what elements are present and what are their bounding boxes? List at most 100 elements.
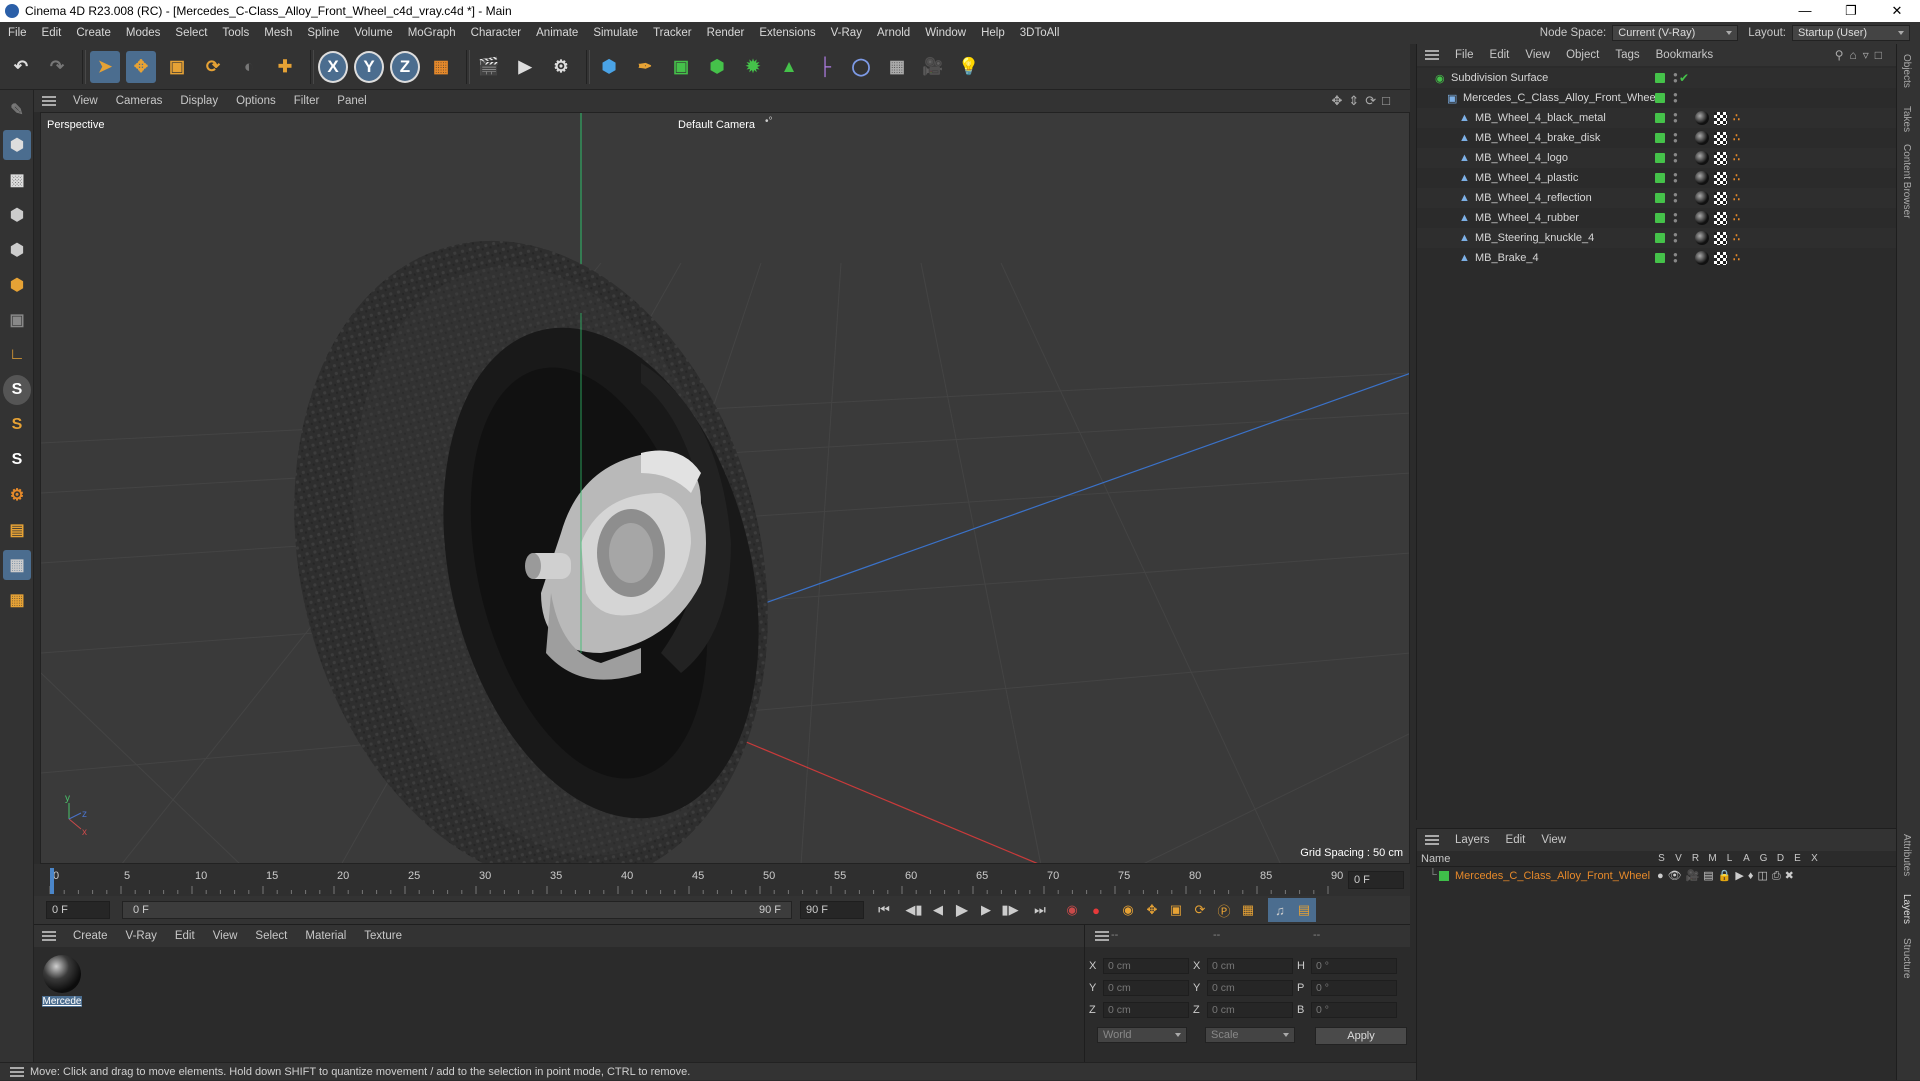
object-name[interactable]: Subdivision Surface bbox=[1451, 72, 1548, 84]
floor-icon[interactable]: ▦ bbox=[882, 51, 912, 83]
viewport-menu-view[interactable]: View bbox=[64, 95, 107, 107]
object-menu-bookmarks[interactable]: Bookmarks bbox=[1648, 49, 1722, 61]
end-frame-field[interactable]: 90 F bbox=[800, 901, 864, 919]
key-parameter-icon[interactable]: Ⓟ bbox=[1212, 898, 1236, 922]
visibility-dots-icon[interactable]: ● ● bbox=[1673, 211, 1679, 225]
layer-menu-view[interactable]: View bbox=[1533, 834, 1574, 846]
visibility-dots-icon[interactable]: ● ● bbox=[1673, 111, 1679, 125]
snap-icon[interactable]: S bbox=[3, 375, 31, 405]
y-axis-lock-icon[interactable]: Y bbox=[354, 50, 384, 83]
next-key-icon[interactable]: ▮▶ bbox=[998, 898, 1022, 922]
material-tag-icon[interactable] bbox=[1695, 251, 1709, 265]
workplane-icon[interactable]: ▤ bbox=[3, 515, 31, 545]
layer-color-icon[interactable] bbox=[1655, 213, 1665, 223]
menu-mograph[interactable]: MoGraph bbox=[400, 27, 463, 39]
uv-mode-icon[interactable]: ▣ bbox=[3, 305, 31, 335]
camera-icon[interactable]: 🎥 bbox=[918, 51, 948, 83]
material-swatch[interactable]: Mercede bbox=[42, 955, 82, 1015]
camera-link-icon[interactable]: •° bbox=[765, 116, 773, 127]
material-menu-material[interactable]: Material bbox=[296, 930, 355, 942]
object-name[interactable]: MB_Wheel_4_rubber bbox=[1475, 212, 1579, 224]
object-name[interactable]: MB_Wheel_4_reflection bbox=[1475, 192, 1592, 204]
material-menu-select[interactable]: Select bbox=[246, 930, 296, 942]
viewport-menu-display[interactable]: Display bbox=[171, 95, 227, 107]
layer-row[interactable]: └ Mercedes_C_Class_Alloy_Front_Wheel ●👁🎥… bbox=[1417, 867, 1896, 885]
layer-flag-header[interactable]: D bbox=[1772, 853, 1789, 864]
move-tool-icon[interactable]: ✥ bbox=[126, 50, 156, 83]
cloner-icon[interactable]: ✹ bbox=[738, 51, 768, 83]
keyframe-selection-icon[interactable]: ◉ bbox=[1116, 898, 1140, 922]
material-tag-icon[interactable] bbox=[1695, 231, 1709, 245]
maximize-icon[interactable]: ❐ bbox=[1828, 0, 1874, 22]
object-row[interactable]: ▲ MB_Steering_knuckle_4 ● ● ∴ bbox=[1417, 228, 1897, 248]
object-toolbar-icons[interactable]: ⚲⌂▿□ bbox=[1835, 48, 1888, 62]
render-view-icon[interactable]: ▶ bbox=[510, 51, 540, 83]
previous-frame-icon[interactable]: ◀ bbox=[926, 898, 950, 922]
menu-tracker[interactable]: Tracker bbox=[645, 27, 699, 39]
coordinate-system-dropdown[interactable]: World bbox=[1097, 1027, 1187, 1043]
side-tab-objects[interactable]: Objects bbox=[1901, 54, 1912, 88]
size-z-field[interactable]: 0 cm bbox=[1207, 1002, 1293, 1018]
menu-simulate[interactable]: Simulate bbox=[585, 27, 645, 39]
viewport-menu-filter[interactable]: Filter bbox=[285, 95, 329, 107]
polygons-mode-icon[interactable]: ⬢ bbox=[3, 270, 31, 300]
menu-render[interactable]: Render bbox=[699, 27, 752, 39]
viewport-nav-icons[interactable]: ✥⇕⟳□ bbox=[1331, 93, 1396, 109]
render-settings-icon[interactable]: ⚙ bbox=[546, 51, 576, 83]
side-tab-takes[interactable]: Takes bbox=[1901, 106, 1912, 132]
cube-primitive-icon[interactable]: ⬢ bbox=[594, 51, 624, 83]
light-icon[interactable]: 💡 bbox=[954, 51, 984, 83]
timeline-window-icon[interactable]: ▤ bbox=[1292, 898, 1316, 922]
rotation-h-field[interactable]: 0 ° bbox=[1311, 958, 1397, 974]
object-menu-view[interactable]: View bbox=[1517, 49, 1558, 61]
size-x-field[interactable]: 0 cm bbox=[1207, 958, 1293, 974]
position-x-field[interactable]: 0 cm bbox=[1103, 958, 1189, 974]
layer-flag-header[interactable]: G bbox=[1755, 853, 1772, 864]
subdivision-generator-icon[interactable]: ▣ bbox=[666, 51, 696, 83]
next-frame-icon[interactable]: ▶ bbox=[974, 898, 998, 922]
object-name[interactable]: MB_Wheel_4_brake_disk bbox=[1475, 132, 1600, 144]
object-name[interactable]: MB_Wheel_4_plastic bbox=[1475, 172, 1578, 184]
layer-color-icon[interactable] bbox=[1655, 113, 1665, 123]
object-name[interactable]: MB_Steering_knuckle_4 bbox=[1475, 232, 1594, 244]
layer-flag-icons[interactable]: ●👁🎥▤🔒▶♦◫⎙✖ bbox=[1657, 869, 1798, 883]
mograph-icon[interactable]: ▲ bbox=[774, 51, 804, 83]
key-pla-icon[interactable]: ▦ bbox=[1236, 898, 1260, 922]
viewport-menu-panel[interactable]: Panel bbox=[328, 95, 375, 107]
edges-mode-icon[interactable]: ⬢ bbox=[3, 235, 31, 265]
side-tab-layers[interactable]: Layers bbox=[1901, 894, 1912, 924]
object-row[interactable]: ▲ MB_Wheel_4_logo ● ● ∴ bbox=[1417, 148, 1897, 168]
viewport-menu-options[interactable]: Options bbox=[227, 95, 285, 107]
side-tab-content-browser[interactable]: Content Browser bbox=[1901, 144, 1912, 218]
layer-flag-header[interactable]: S bbox=[1653, 853, 1670, 864]
go-to-end-icon[interactable]: ⏭ bbox=[1028, 898, 1052, 922]
object-name[interactable]: MB_Brake_4 bbox=[1475, 252, 1539, 264]
material-tag-icon[interactable] bbox=[1695, 111, 1709, 125]
key-scale-icon[interactable]: ▣ bbox=[1164, 898, 1188, 922]
frame-range-slider[interactable]: 0 F 90 F bbox=[122, 901, 792, 919]
vray-tag-icon[interactable]: ∴ bbox=[1733, 192, 1745, 204]
layer-flag-header[interactable]: V bbox=[1670, 853, 1687, 864]
layer-name[interactable]: Mercedes_C_Class_Alloy_Front_Wheel bbox=[1455, 870, 1650, 882]
material-hamburger-icon[interactable] bbox=[42, 931, 56, 941]
grid-icon[interactable]: ▦ bbox=[3, 550, 31, 580]
visibility-dots-icon[interactable]: ● ● bbox=[1673, 91, 1679, 105]
side-tab-attributes[interactable]: Attributes bbox=[1901, 834, 1912, 876]
layer-flag-header[interactable]: M bbox=[1704, 853, 1721, 864]
menu-vray[interactable]: V-Ray bbox=[823, 27, 869, 39]
select-tool-icon[interactable]: ➤ bbox=[90, 50, 120, 83]
start-frame-field[interactable]: 0 F bbox=[46, 901, 110, 919]
object-name[interactable]: MB_Wheel_4_logo bbox=[1475, 152, 1568, 164]
material-tag-icon[interactable] bbox=[1695, 131, 1709, 145]
layer-menu-layers[interactable]: Layers bbox=[1447, 834, 1498, 846]
render-region-icon[interactable]: 🎬 bbox=[474, 51, 504, 83]
visibility-dots-icon[interactable]: ● ● bbox=[1673, 151, 1679, 165]
object-menu-tags[interactable]: Tags bbox=[1607, 49, 1647, 61]
visibility-dots-icon[interactable]: ● ● bbox=[1673, 171, 1679, 185]
vray-tag-icon[interactable]: ∴ bbox=[1733, 252, 1745, 264]
layer-color-swatch[interactable] bbox=[1439, 871, 1449, 881]
layer-color-icon[interactable] bbox=[1655, 73, 1665, 83]
3d-viewport[interactable]: y z x Perspective Default Camera •° Grid… bbox=[40, 112, 1410, 864]
object-menu-file[interactable]: File bbox=[1447, 49, 1482, 61]
object-row[interactable]: ▣ Mercedes_C_Class_Alloy_Front_Wheel ● ● bbox=[1417, 88, 1897, 108]
